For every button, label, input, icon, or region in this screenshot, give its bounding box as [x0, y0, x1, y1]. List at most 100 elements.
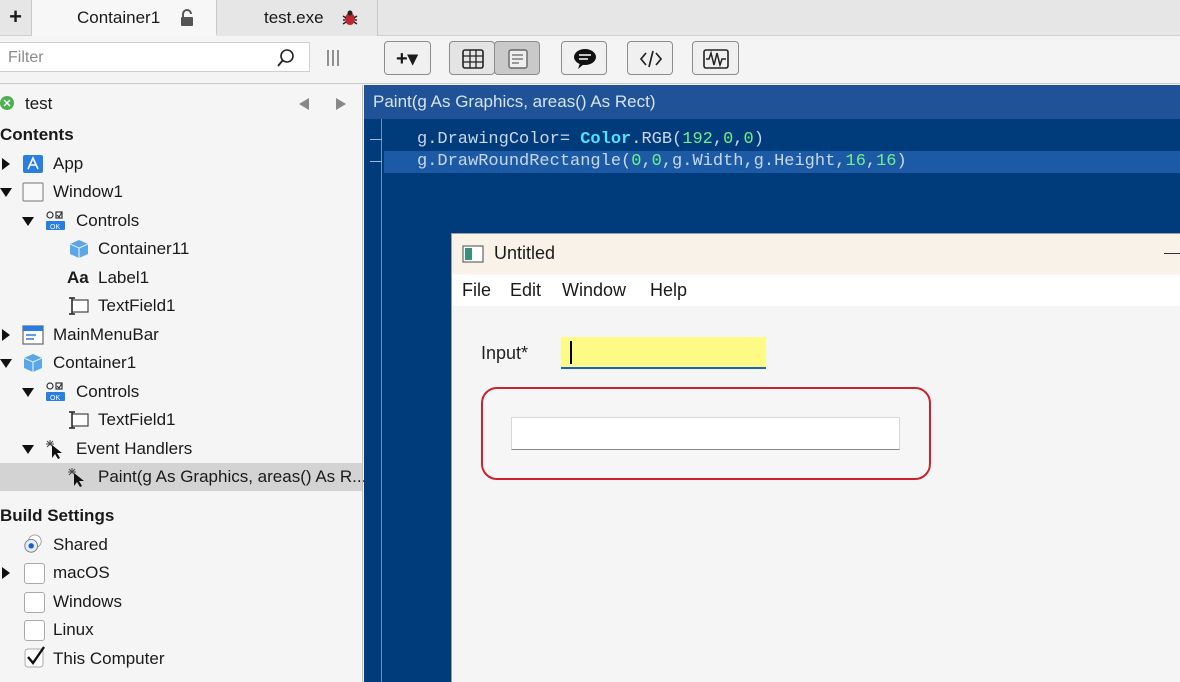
- collapse-triangle-icon[interactable]: [22, 386, 34, 398]
- code-token: 0: [631, 152, 642, 171]
- menubar-icon: [22, 325, 44, 345]
- windows-checkbox[interactable]: [24, 592, 45, 613]
- code-token: g.DrawingColor=: [417, 130, 581, 149]
- build-item-label: This Computer: [53, 649, 165, 668]
- menu-file[interactable]: File: [462, 275, 491, 306]
- build-item-label: macOS: [53, 563, 110, 582]
- filter-box[interactable]: [0, 42, 310, 72]
- svg-text:OK: OK: [50, 395, 60, 402]
- filter-input[interactable]: [6, 46, 270, 70]
- menu-window[interactable]: Window: [562, 275, 626, 306]
- waveform-icon: [703, 49, 729, 69]
- nav-item-event-handlers[interactable]: Event Handlers: [0, 435, 362, 463]
- bug-icon: [342, 10, 358, 25]
- code-token: ,: [865, 152, 877, 171]
- code-token: 0: [743, 130, 754, 149]
- comments-button[interactable]: [561, 41, 607, 75]
- svg-text:OK: OK: [50, 224, 60, 231]
- profiler-button[interactable]: [692, 41, 739, 75]
- project-icon: [0, 96, 14, 110]
- shared-radio-icon[interactable]: [22, 534, 44, 554]
- nav-item-label: Container11: [98, 239, 190, 258]
- search-icon[interactable]: [276, 48, 296, 68]
- window-icon: [22, 182, 44, 202]
- collapse-triangle-icon[interactable]: [22, 443, 34, 455]
- menu-help[interactable]: Help: [650, 275, 687, 306]
- menu-edit[interactable]: Edit: [510, 275, 541, 306]
- nav-item-container11[interactable]: Container11: [0, 235, 362, 263]
- event-icon: [46, 440, 62, 459]
- tab-container1[interactable]: Container1: [32, 0, 217, 36]
- macos-checkbox[interactable]: [24, 563, 45, 584]
- code-token: ,: [733, 130, 744, 149]
- back-arrow-icon[interactable]: [297, 97, 311, 111]
- project-name: test: [25, 94, 53, 113]
- linux-checkbox[interactable]: [24, 620, 45, 641]
- nav-item-label: Event Handlers: [76, 439, 193, 458]
- tab-test-exe[interactable]: test.exe: [217, 0, 378, 36]
- menu-bar: File Edit Window Help: [452, 275, 1180, 306]
- nav-item-label: Label1: [98, 268, 150, 287]
- code-token: ,: [712, 130, 724, 149]
- code-token: .RGB(: [631, 130, 683, 149]
- window-title-bar[interactable]: Untitled: [452, 234, 1180, 274]
- add-button[interactable]: +▾: [384, 41, 431, 75]
- code-line-2[interactable]: g.DrawRoundRectangle(0,0,g.Width,g.Heigh…: [384, 151, 1180, 173]
- input-label: Input*: [481, 343, 529, 363]
- expand-triangle-icon[interactable]: [0, 158, 12, 170]
- contents-heading: Contents: [0, 121, 362, 149]
- build-item-shared[interactable]: Shared: [0, 531, 362, 559]
- build-item-this-computer[interactable]: This Computer: [0, 645, 362, 673]
- nav-item-label1[interactable]: Aa Label1: [0, 264, 362, 292]
- nav-item-window1[interactable]: Window1: [0, 178, 362, 206]
- code-text: g.DrawingColor= Color.RGB(192,0,0): [417, 129, 764, 151]
- collapse-triangle-icon[interactable]: [22, 215, 34, 227]
- nav-item-label: App: [53, 154, 84, 173]
- nav-item-label: Paint(g As Graphics, areas() As R...: [98, 467, 367, 486]
- method-signature: Paint(g As Graphics, areas() As Rect): [364, 85, 1180, 119]
- build-item-linux[interactable]: Linux: [0, 616, 362, 644]
- label-icon: Aa: [67, 268, 89, 287]
- build-item-windows[interactable]: Windows: [0, 588, 362, 616]
- column-toggle-icon[interactable]: [326, 49, 340, 67]
- forward-arrow-icon[interactable]: [334, 97, 348, 111]
- textfield-icon: [69, 411, 89, 429]
- text-caret: [570, 341, 572, 364]
- build-settings-heading: Build Settings: [0, 502, 362, 530]
- code-token: ): [896, 152, 907, 171]
- fold-marker: [370, 139, 382, 140]
- input-field[interactable]: [561, 337, 766, 369]
- nav-item-textfield1[interactable]: TextField1: [0, 292, 362, 320]
- minimize-icon[interactable]: [1164, 253, 1180, 254]
- nav-item-controls[interactable]: OK Controls: [0, 207, 362, 235]
- build-item-macos[interactable]: macOS: [0, 559, 362, 587]
- nav-item-controls[interactable]: OK Controls: [0, 378, 362, 406]
- code-line-1[interactable]: g.DrawingColor= Color.RGB(192,0,0): [370, 129, 1180, 151]
- code-icon: [639, 50, 663, 68]
- tab-label: test.exe: [264, 8, 324, 27]
- nav-item-paint-event[interactable]: Paint(g As Graphics, areas() As R...: [0, 463, 366, 491]
- code-view-button[interactable]: [494, 41, 540, 75]
- fold-marker-gutter: [370, 151, 384, 173]
- new-tab-button[interactable]: +: [0, 0, 32, 35]
- cube-icon: [23, 354, 43, 372]
- container-textfield[interactable]: [511, 417, 900, 450]
- unlocked-lock-icon[interactable]: [178, 9, 196, 27]
- expand-triangle-icon[interactable]: [0, 567, 12, 579]
- speech-bubble-icon: [574, 49, 596, 69]
- collapse-triangle-icon[interactable]: [0, 186, 12, 198]
- collapse-triangle-icon[interactable]: [0, 357, 12, 369]
- code-editor-button[interactable]: [627, 41, 673, 75]
- nav-item-container1[interactable]: Container1: [0, 349, 362, 377]
- nav-item-mainmenubar[interactable]: MainMenuBar: [0, 321, 362, 349]
- build-item-label: Shared: [53, 535, 108, 554]
- section-title: Build Settings: [0, 506, 115, 525]
- expand-triangle-icon[interactable]: [0, 329, 12, 341]
- layout-view-button[interactable]: [449, 41, 495, 75]
- this-computer-checkbox[interactable]: [24, 646, 46, 668]
- nav-item-textfield1[interactable]: TextField1: [0, 406, 362, 434]
- nav-item-label: Container1: [53, 353, 137, 372]
- textfield-icon: [69, 297, 89, 315]
- nav-item-app[interactable]: App: [0, 150, 362, 178]
- project-row[interactable]: test: [0, 90, 362, 118]
